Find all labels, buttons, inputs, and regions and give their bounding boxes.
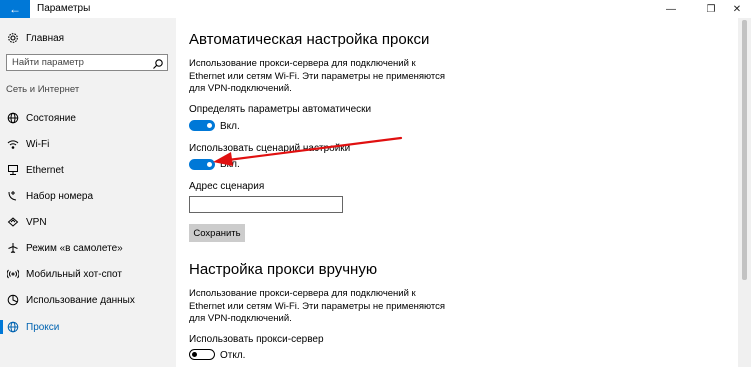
- sidebar-item-ethernet[interactable]: Ethernet: [0, 159, 176, 181]
- script-address-input[interactable]: [190, 198, 342, 213]
- manual-proxy-title: Настройка прокси вручную: [189, 261, 378, 278]
- hotspot-icon: [6, 267, 20, 281]
- sidebar-item-label: Главная: [26, 32, 65, 44]
- scrollbar[interactable]: [738, 18, 751, 367]
- sidebar-item-label: Мобильный хот-спот: [26, 268, 122, 280]
- detect-settings-state: Вкл.: [220, 121, 240, 132]
- active-indicator: [0, 320, 3, 334]
- dialup-icon: [6, 189, 20, 203]
- airplane-icon: [6, 241, 20, 255]
- minimize-button[interactable]: —: [657, 0, 685, 18]
- section-heading: Сеть и Интернет: [6, 84, 80, 95]
- globe-icon: [6, 111, 20, 125]
- back-button[interactable]: ←: [0, 0, 30, 18]
- auto-proxy-title: Автоматическая настройка прокси: [189, 31, 430, 48]
- sidebar-item-airplane[interactable]: Режим «в самолете»: [0, 237, 176, 259]
- search-input[interactable]: [12, 56, 147, 69]
- setup-script-state: Вкл.: [220, 159, 240, 170]
- use-proxy-state: Откл.: [220, 350, 246, 361]
- script-address-field[interactable]: [189, 196, 343, 213]
- close-button[interactable]: ✕: [723, 0, 751, 18]
- use-proxy-label: Использовать прокси-сервер: [189, 334, 324, 345]
- ethernet-icon: [6, 163, 20, 177]
- main-content: Автоматическая настройка прокси Использо…: [176, 18, 738, 367]
- auto-proxy-description: Использование прокси-сервера для подключ…: [189, 58, 446, 94]
- minimize-icon: —: [666, 3, 676, 15]
- search-box[interactable]: [6, 54, 168, 71]
- sidebar-item-data-usage[interactable]: Использование данных: [0, 289, 176, 311]
- sidebar-item-label: Использование данных: [26, 294, 135, 306]
- sidebar-item-label: Состояние: [26, 112, 76, 124]
- sidebar-item-home[interactable]: Главная: [0, 27, 176, 49]
- close-icon: ✕: [732, 3, 742, 15]
- sidebar-item-label: VPN: [26, 216, 47, 228]
- setup-script-label: Использовать сценарий настройки: [189, 143, 351, 154]
- manual-proxy-description: Использование прокси-сервера для подключ…: [189, 288, 446, 324]
- sidebar-item-status[interactable]: Состояние: [0, 107, 176, 129]
- sidebar-item-label: Режим «в самолете»: [26, 242, 123, 254]
- sidebar: Главная Сеть и Интернет Состояние Wi-Fi …: [0, 18, 176, 367]
- vpn-icon: [6, 215, 20, 229]
- sidebar-item-label: Прокси: [26, 321, 60, 333]
- toggle-knob: [192, 351, 197, 357]
- globe-icon: [6, 320, 20, 334]
- detect-settings-toggle[interactable]: [189, 120, 215, 131]
- sidebar-item-proxy[interactable]: Прокси: [0, 316, 176, 338]
- gear-icon: [6, 31, 20, 45]
- use-proxy-toggle[interactable]: [189, 349, 215, 360]
- maximize-button[interactable]: ❐: [697, 0, 725, 18]
- setup-script-toggle[interactable]: [189, 159, 215, 170]
- sidebar-item-wifi[interactable]: Wi-Fi: [0, 133, 176, 155]
- maximize-icon: ❐: [706, 3, 716, 15]
- toggle-knob: [207, 162, 212, 167]
- window-title: Параметры: [37, 3, 91, 14]
- title-bar: ← Параметры — ❐ ✕: [0, 0, 751, 18]
- detect-settings-label: Определять параметры автоматически: [189, 104, 372, 115]
- sidebar-item-label: Набор номера: [26, 190, 94, 202]
- back-arrow-icon: ←: [9, 2, 21, 16]
- sidebar-item-hotspot[interactable]: Мобильный хот-спот: [0, 263, 176, 285]
- data-usage-icon: [6, 293, 20, 307]
- sidebar-item-vpn[interactable]: VPN: [0, 211, 176, 233]
- wifi-icon: [6, 137, 20, 151]
- toggle-knob: [207, 123, 212, 128]
- sidebar-item-label: Ethernet: [26, 164, 64, 176]
- script-address-label: Адрес сценария: [189, 181, 265, 192]
- save-button[interactable]: Сохранить: [189, 224, 245, 242]
- search-icon[interactable]: [152, 57, 164, 69]
- sidebar-item-label: Wi-Fi: [26, 138, 50, 150]
- scroll-thumb[interactable]: [742, 20, 747, 280]
- sidebar-item-dialup[interactable]: Набор номера: [0, 185, 176, 207]
